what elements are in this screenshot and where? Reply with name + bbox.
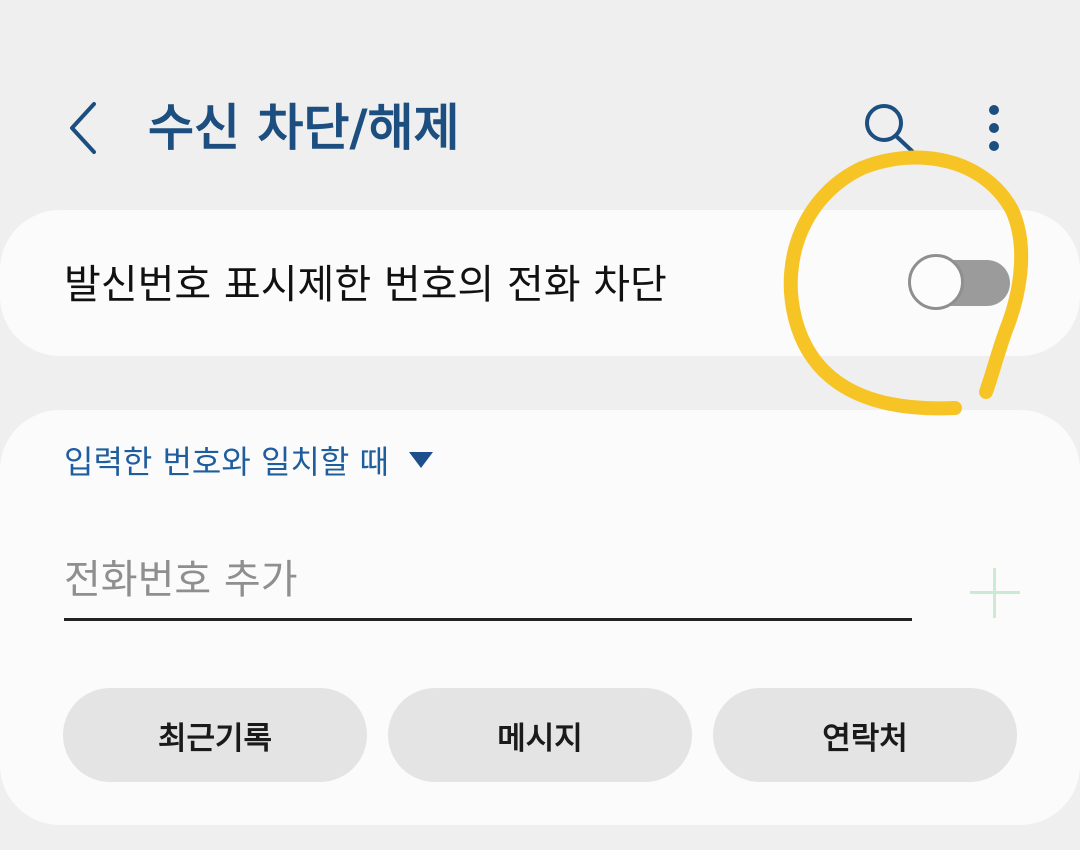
more-vertical-icon — [989, 105, 999, 151]
contacts-button[interactable]: 연락처 — [713, 688, 1017, 782]
block-unknown-switch[interactable] — [906, 254, 1010, 316]
phone-number-input[interactable] — [64, 542, 912, 621]
caret-down-icon — [408, 452, 433, 468]
match-rule-dropdown[interactable]: 입력한 번호와 일치할 때 — [64, 438, 433, 482]
search-button[interactable] — [858, 96, 922, 160]
back-button[interactable] — [56, 96, 112, 160]
more-options-button[interactable] — [966, 96, 1022, 160]
chevron-left-icon — [70, 102, 96, 154]
match-rule-label: 입력한 번호와 일치할 때 — [64, 443, 389, 481]
search-icon — [865, 104, 914, 153]
add-number-button[interactable] — [960, 558, 1030, 628]
block-unknown-label: 발신번호 표시제한 번호의 전화 차단 — [64, 262, 667, 308]
messages-button[interactable]: 메시지 — [388, 688, 692, 782]
block-number-card: 입력한 번호와 일치할 때 최근기록 메시지 연락처 — [0, 410, 1080, 825]
top-app-bar: 수신 차단/해제 — [0, 0, 1080, 210]
recent-log-button[interactable]: 최근기록 — [63, 688, 367, 782]
page-title: 수신 차단/해제 — [148, 99, 460, 157]
switch-knob — [908, 254, 964, 310]
